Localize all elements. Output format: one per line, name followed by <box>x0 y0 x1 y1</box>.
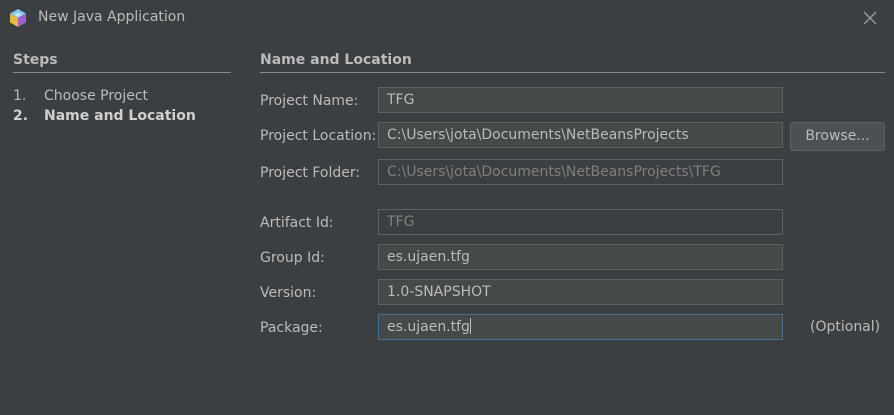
step-choose-project: 1. Choose Project <box>13 88 148 104</box>
package-input[interactable]: es.ujaen.tfg <box>378 314 783 340</box>
new-java-application-dialog: New Java Application Steps 1. Choose Proj… <box>0 0 894 415</box>
project-location-input[interactable]: C:\Users\jota\Documents\NetBeansProjects <box>378 122 783 148</box>
steps-divider <box>13 72 231 73</box>
window-title: New Java Application <box>38 9 186 25</box>
page-title: Name and Location <box>260 52 412 68</box>
project-name-label: Project Name: <box>260 93 359 109</box>
project-location-label: Project Location: <box>260 128 377 144</box>
optional-label: (Optional) <box>810 319 881 335</box>
artifact-id-field: TFG <box>378 209 783 235</box>
group-id-input[interactable]: es.ujaen.tfg <box>378 244 783 270</box>
project-folder-label: Project Folder: <box>260 165 361 181</box>
main-divider <box>260 72 885 73</box>
group-id-label: Group Id: <box>260 250 325 266</box>
step-label: Name and Location <box>44 108 196 124</box>
project-name-input[interactable]: TFG <box>378 87 783 113</box>
title-bar: New Java Application <box>0 0 894 36</box>
version-input[interactable]: 1.0-SNAPSHOT <box>378 279 783 305</box>
step-number: 1. <box>13 88 27 104</box>
netbeans-cube-icon <box>10 9 26 27</box>
step-name-and-location: 2. Name and Location <box>13 108 196 124</box>
step-number: 2. <box>13 108 29 124</box>
package-label: Package: <box>260 320 323 336</box>
browse-button[interactable]: Browse... <box>790 122 885 151</box>
close-icon[interactable] <box>858 6 882 30</box>
artifact-id-label: Artifact Id: <box>260 215 334 231</box>
steps-heading: Steps <box>13 52 58 68</box>
package-value: es.ujaen.tfg <box>387 319 470 335</box>
text-caret <box>469 318 471 334</box>
version-label: Version: <box>260 285 317 301</box>
project-folder-field: C:\Users\jota\Documents\NetBeansProjects… <box>378 159 783 185</box>
step-label: Choose Project <box>44 88 149 104</box>
